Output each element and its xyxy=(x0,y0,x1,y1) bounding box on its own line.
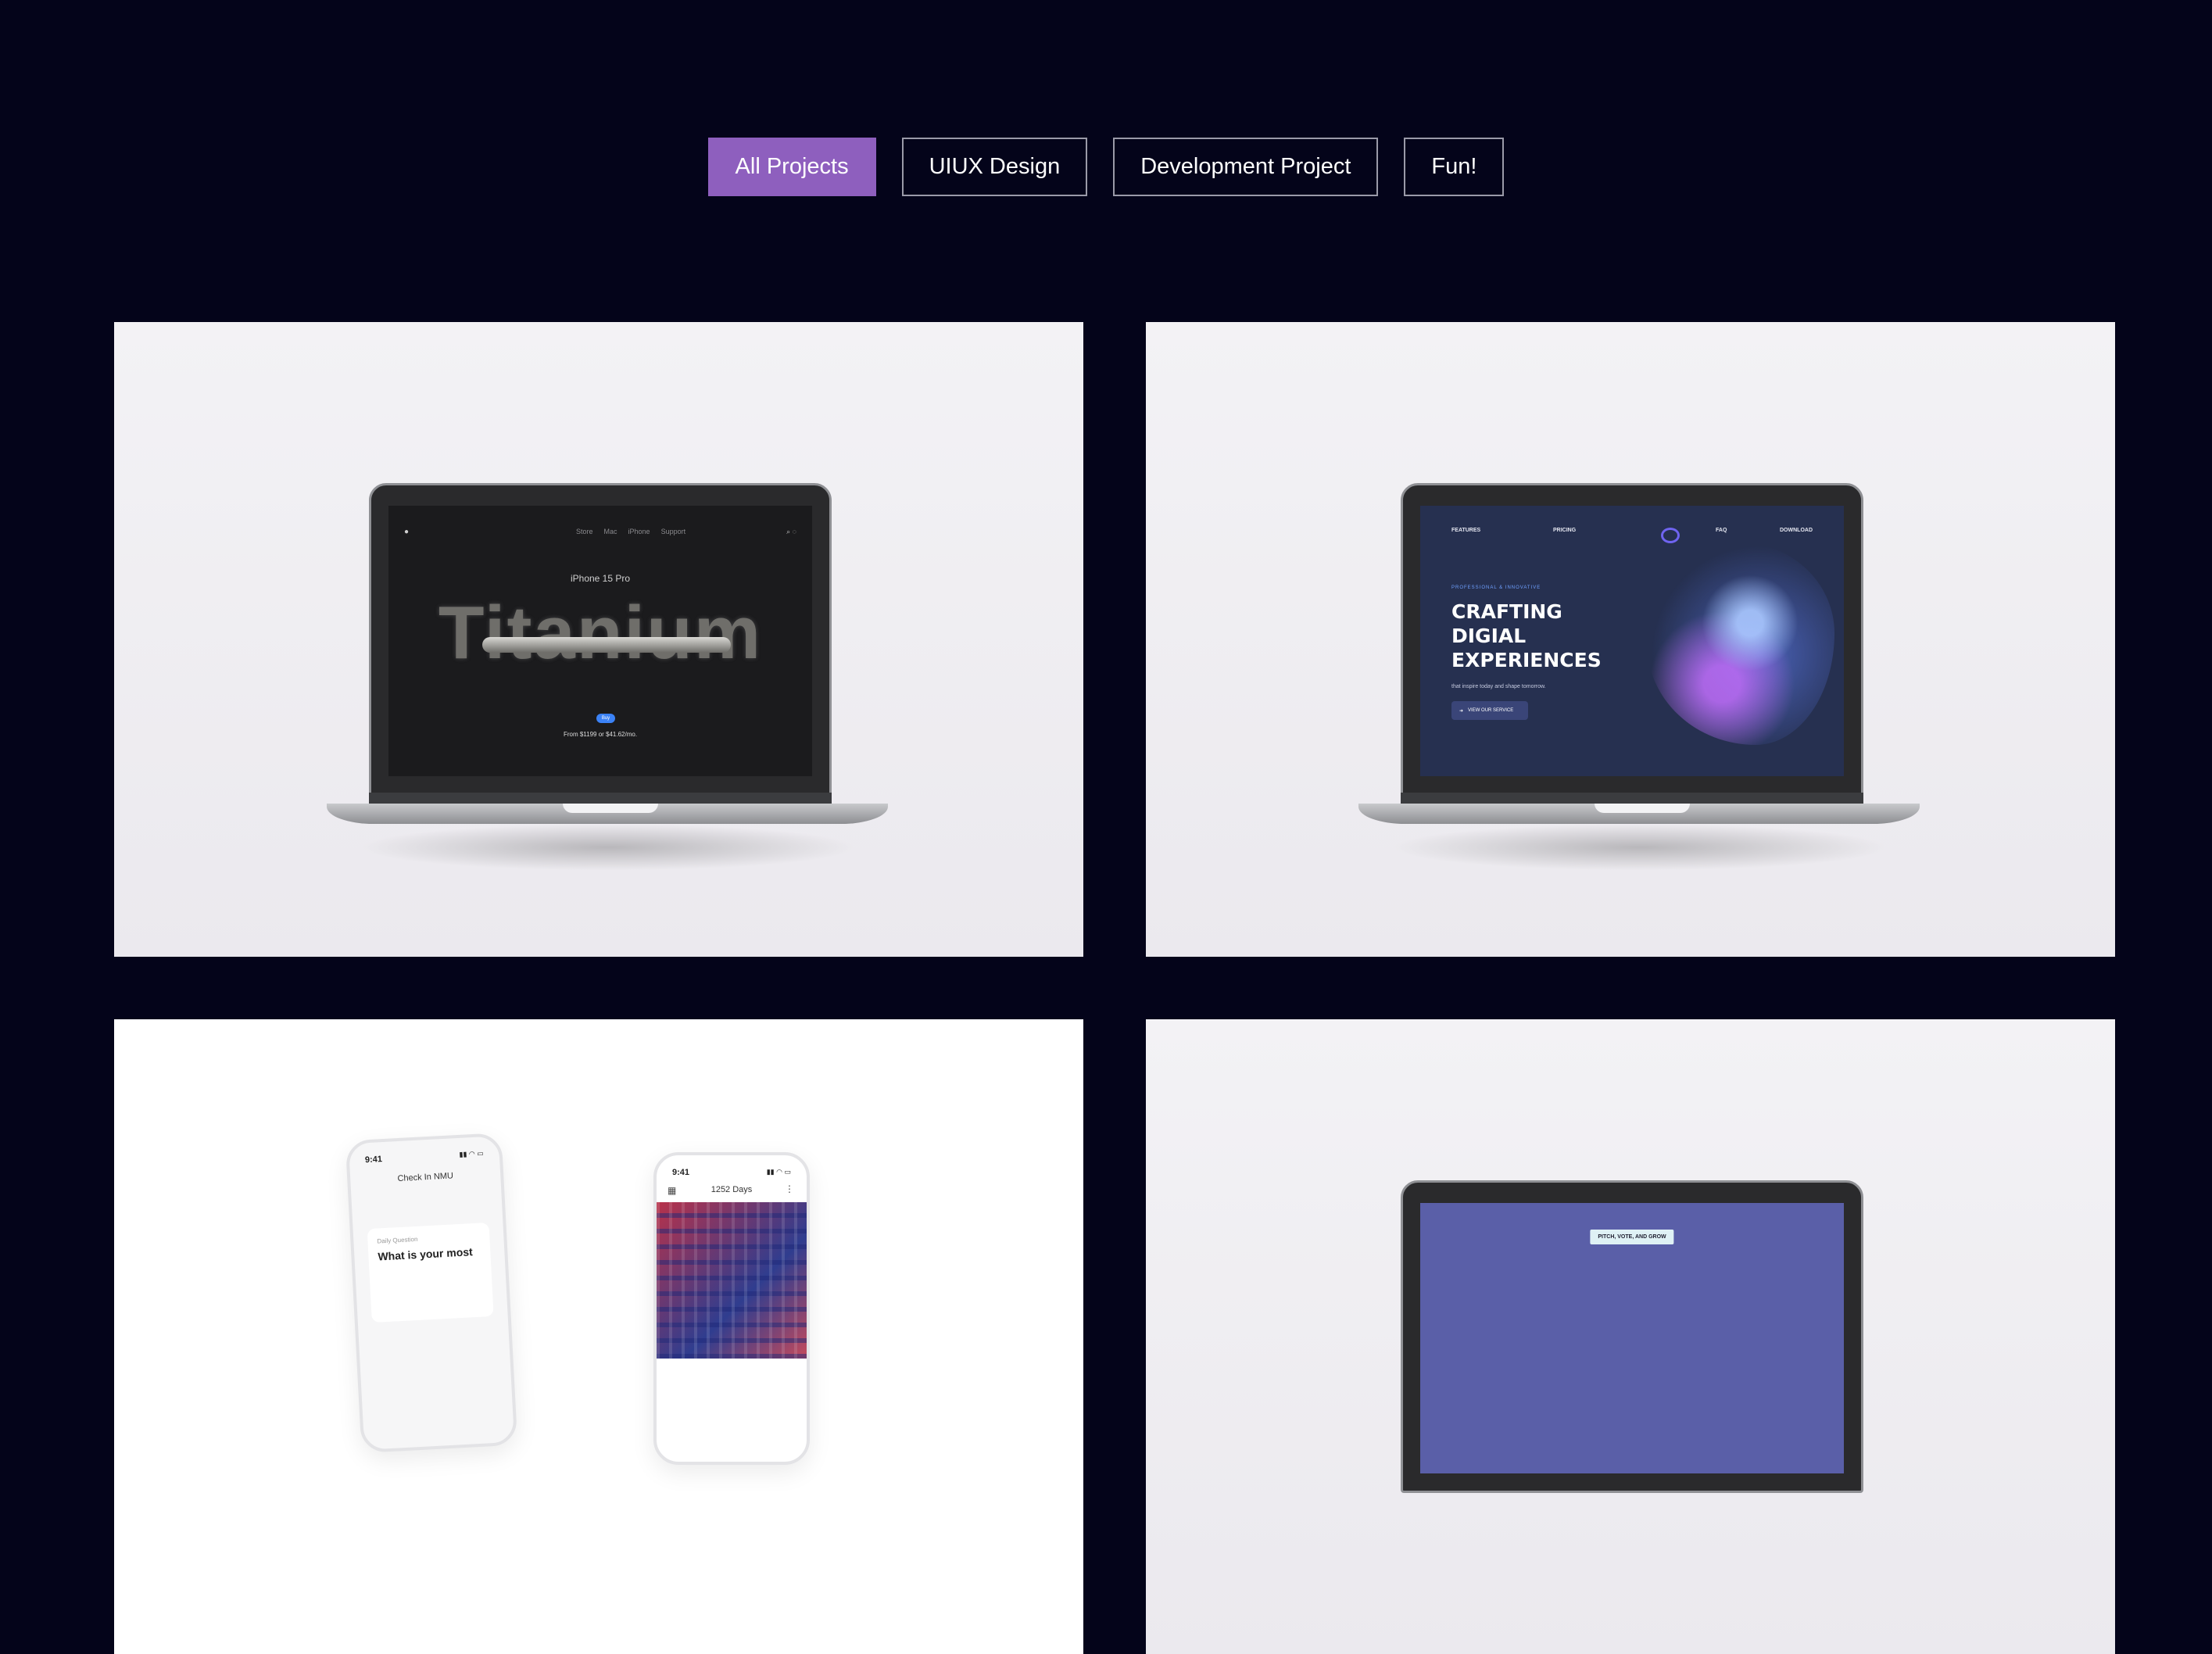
hero-headline: Titanium xyxy=(438,591,763,675)
buy-button: Buy xyxy=(596,714,615,723)
phone-image xyxy=(482,637,731,653)
price-text: From $1199 or $41.62/mo. xyxy=(563,731,638,738)
view-service-button: ➜ VIEW OUR SERVICE xyxy=(1451,701,1528,720)
hero-subtitle: that inspire today and shape tomorrow. xyxy=(1451,684,1546,689)
laptop-screen: FEATURES PRICING FAQ DOWNLOAD PROFESSION… xyxy=(1420,506,1844,776)
hero-pill: PITCH, VOTE, AND GROW xyxy=(1590,1230,1674,1244)
project-card-pitch[interactable]: PITCH, VOTE, AND GROW xyxy=(1146,1019,2115,1654)
eyebrow-text: PROFESSIONAL & INNOVATIVE xyxy=(1451,585,1541,590)
project-card-mobile-app[interactable]: 9:41 ▮▮ ◠ ▭ Check In NMU Daily Question … xyxy=(114,1019,1083,1654)
laptop-mockup: PITCH, VOTE, AND GROW xyxy=(1358,1180,1920,1524)
laptop-screen: PITCH, VOTE, AND GROW xyxy=(1420,1203,1844,1473)
brand-logo-icon xyxy=(1661,528,1680,543)
abstract-3d-orb xyxy=(1647,542,1834,745)
laptop-screen: ● Store Mac iPhone Support ⌕ ◌ iPhone 15… xyxy=(388,506,812,776)
laptop-mockup: FEATURES PRICING FAQ DOWNLOAD PROFESSION… xyxy=(1358,483,1920,871)
project-filter-bar: All Projects UIUX Design Development Pro… xyxy=(0,138,2212,196)
apple-logo-icon: ● xyxy=(404,528,410,536)
search-icon: ⌕ ◌ xyxy=(786,528,796,535)
more-vertical-icon: ⋮ xyxy=(785,1183,794,1194)
arrow-right-icon: ➜ xyxy=(1459,708,1464,714)
filter-fun[interactable]: Fun! xyxy=(1404,138,1505,196)
photo-image xyxy=(657,1202,807,1359)
filter-uiux-design[interactable]: UIUX Design xyxy=(901,138,1088,196)
signal-battery-icon: ▮▮ ◠ ▭ xyxy=(459,1149,484,1158)
phone-mockup: 9:41 ▮▮ ◠ ▭ Check In NMU Daily Question … xyxy=(345,1133,518,1453)
project-card-crafting[interactable]: FEATURES PRICING FAQ DOWNLOAD PROFESSION… xyxy=(1146,322,2115,957)
hero-headline: CRAFTING DIGIAL EXPERIENCES xyxy=(1451,600,1602,671)
filter-development-project[interactable]: Development Project xyxy=(1113,138,1379,196)
product-model: iPhone 15 Pro xyxy=(570,573,631,584)
filter-all-projects[interactable]: All Projects xyxy=(707,138,876,196)
project-card-titanium[interactable]: ● Store Mac iPhone Support ⌕ ◌ iPhone 15… xyxy=(114,322,1083,957)
signal-battery-icon: ▮▮ ◠ ▭ xyxy=(766,1168,791,1176)
laptop-mockup: ● Store Mac iPhone Support ⌕ ◌ iPhone 15… xyxy=(327,483,888,871)
phone-mockup: 9:41 ▮▮ ◠ ▭ ▦ 1252 Days ⋮ xyxy=(653,1152,810,1465)
